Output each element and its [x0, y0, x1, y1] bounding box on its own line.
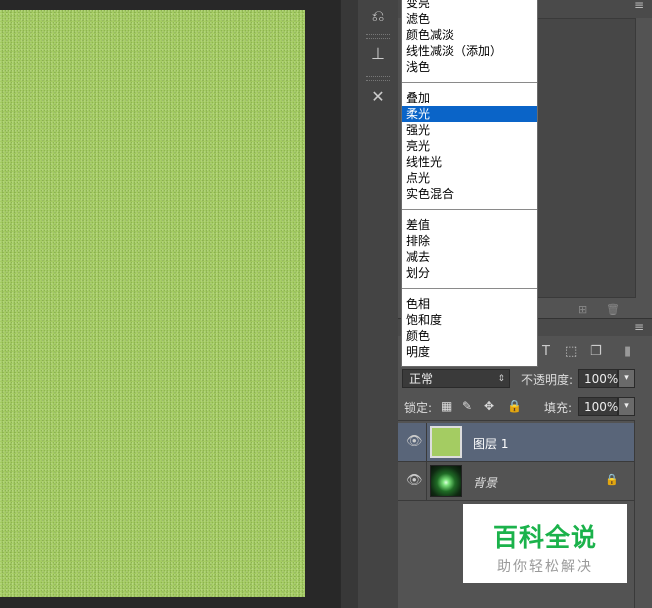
- document-canvas[interactable]: [0, 10, 305, 597]
- eye-column-divider: [426, 423, 427, 461]
- layer-thumbnail: [430, 426, 462, 458]
- opacity-dropdown-button[interactable]: ▾: [618, 369, 635, 388]
- filter-toggle-icon[interactable]: ▮: [624, 344, 631, 359]
- blend-option-highlighted[interactable]: 柔光: [402, 106, 537, 122]
- blend-option[interactable]: 浅色: [402, 59, 537, 75]
- blend-option[interactable]: 变亮: [402, 0, 537, 11]
- lock-icon: 🔒: [605, 473, 619, 486]
- canvas-area: [0, 0, 340, 608]
- blend-option[interactable]: 线性减淡（添加）: [402, 43, 537, 59]
- watermark-subtitle: 助你轻松解决: [497, 559, 593, 575]
- shape-filter-icon[interactable]: ⬚: [565, 344, 577, 359]
- panel-gutter: [340, 0, 359, 608]
- blend-option[interactable]: 减去: [402, 249, 537, 265]
- blend-option[interactable]: 叠加: [402, 90, 537, 106]
- panel-menu-icon[interactable]: ≡: [634, 0, 644, 12]
- blend-option[interactable]: 线性光: [402, 154, 537, 170]
- blend-option[interactable]: 点光: [402, 170, 537, 186]
- smart-filter-icon[interactable]: ❐: [590, 344, 602, 359]
- move-lock-icon[interactable]: ✥: [484, 399, 494, 413]
- trash-icon[interactable]: 🗑: [606, 303, 620, 316]
- blend-option[interactable]: 实色混合: [402, 186, 537, 202]
- brush-lock-icon[interactable]: ✎: [462, 399, 472, 413]
- dropdown-divider: [402, 75, 537, 90]
- tools-icon[interactable]: ✕: [364, 85, 392, 109]
- lock-row: 锁定: ▦ ✎ ✥ 🔒 填充: 100% ▾: [398, 392, 652, 421]
- blend-option[interactable]: 颜色减淡: [402, 27, 537, 43]
- panel-grip[interactable]: [366, 76, 390, 81]
- fill-dropdown-button[interactable]: ▾: [618, 397, 635, 416]
- eye-column-divider: [426, 462, 427, 500]
- blend-row: 正常 ⇕ 不透明度: 100% ▾: [398, 366, 652, 392]
- collapsed-panel-strip: ⎌ ⊥ ✕: [358, 0, 399, 608]
- blend-option[interactable]: 亮光: [402, 138, 537, 154]
- blend-option[interactable]: 强光: [402, 122, 537, 138]
- blend-option[interactable]: 饱和度: [402, 312, 537, 328]
- transparency-lock-icon[interactable]: ▦: [441, 399, 452, 413]
- layer-name[interactable]: 图层 1: [473, 435, 508, 452]
- layer-thumbnail: [430, 465, 462, 497]
- dropdown-divider: [402, 281, 537, 296]
- stamp-icon[interactable]: ⊥: [364, 42, 392, 66]
- history-icon[interactable]: ⎌: [364, 4, 392, 28]
- watermark-logo: 百科全说 助你轻松解决: [463, 504, 627, 583]
- blend-mode-dropdown: 变亮 滤色 颜色减淡 线性减淡（添加） 浅色 叠加 柔光 强光 亮光 线性光 点…: [401, 0, 538, 367]
- text-filter-icon[interactable]: T: [542, 344, 550, 359]
- blend-option[interactable]: 明度: [402, 344, 537, 360]
- layer-row[interactable]: 👁 图层 1: [398, 423, 634, 462]
- fill-label: 填充:: [544, 401, 573, 415]
- blend-option[interactable]: 划分: [402, 265, 537, 281]
- new-item-icon[interactable]: ⊞: [578, 303, 587, 316]
- opacity-label: 不透明度:: [521, 373, 574, 387]
- layers-scrollbar[interactable]: [634, 420, 652, 608]
- watermark-title: 百科全说: [492, 523, 597, 552]
- dropdown-divider: [402, 202, 537, 217]
- layer-name[interactable]: 背景: [473, 474, 497, 491]
- blend-option[interactable]: 色相: [402, 296, 537, 312]
- lock-label: 锁定:: [404, 401, 433, 415]
- blend-mode-value: 正常: [409, 372, 434, 386]
- blend-option[interactable]: 颜色: [402, 328, 537, 344]
- lock-icon[interactable]: 🔒: [507, 399, 522, 413]
- eye-icon[interactable]: 👁: [406, 434, 423, 450]
- opacity-input[interactable]: 100%: [578, 369, 618, 388]
- layer-row[interactable]: 👁 背景 🔒: [398, 462, 634, 501]
- chevron-updown-icon: ⇕: [497, 374, 505, 384]
- panel-grip[interactable]: [366, 34, 390, 39]
- blend-option[interactable]: 排除: [402, 233, 537, 249]
- eye-icon[interactable]: 👁: [406, 473, 423, 489]
- blend-option[interactable]: 滤色: [402, 11, 537, 27]
- blend-mode-select[interactable]: 正常 ⇕: [402, 369, 510, 388]
- blend-option[interactable]: 差值: [402, 217, 537, 233]
- fill-input[interactable]: 100%: [578, 397, 618, 416]
- layers-menu-icon[interactable]: ≡: [634, 320, 644, 334]
